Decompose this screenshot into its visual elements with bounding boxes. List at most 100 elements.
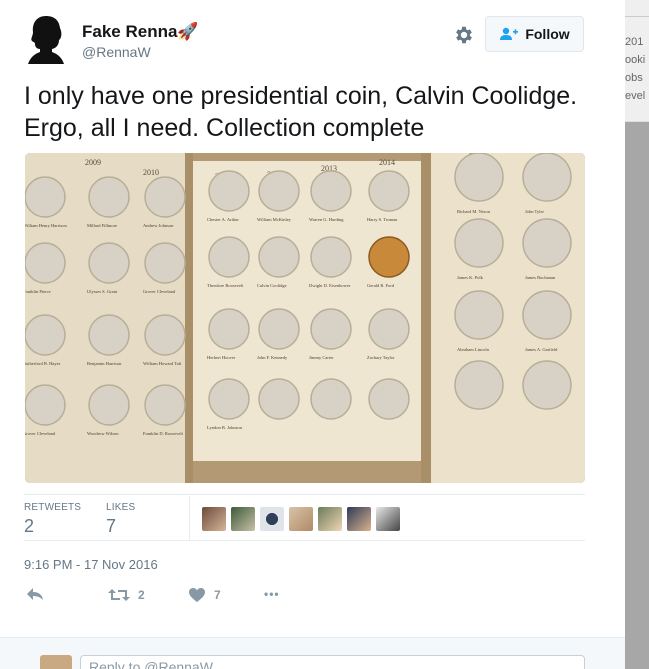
likers-avatars <box>202 507 400 531</box>
like-button[interactable]: 7 <box>188 587 221 603</box>
reply-icon <box>27 588 43 600</box>
empty-coin-slot <box>258 308 300 350</box>
empty-coin-slot <box>368 170 410 212</box>
president-label: James Buchanan <box>525 275 556 280</box>
president-label: Woodrow Wilson <box>87 431 119 436</box>
tweet-card: Fake Renna🚀 @RennaW Follow I only have o… <box>0 0 625 669</box>
follow-button[interactable]: Follow <box>485 16 584 52</box>
liker-avatar[interactable] <box>347 507 371 531</box>
follow-person-icon <box>500 27 519 40</box>
president-label: Dwight D. Eisenhower <box>309 283 351 288</box>
empty-coin-slot <box>454 290 504 340</box>
follow-button-label: Follow <box>525 26 570 42</box>
empty-coin-slot <box>454 153 504 202</box>
user-handle[interactable]: @RennaW <box>82 44 151 60</box>
president-label: Calvin Coolidge <box>257 283 287 288</box>
liker-avatar[interactable] <box>376 507 400 531</box>
empty-coin-slot <box>208 378 250 420</box>
divider <box>625 16 649 17</box>
empty-coin-slot <box>310 308 352 350</box>
retweets-label: RETWEETS <box>24 502 82 513</box>
president-label: Theodore Roosevelt <box>207 283 244 288</box>
liker-avatar[interactable] <box>260 507 284 531</box>
heart-icon <box>189 588 205 602</box>
retweet-button[interactable]: 2 <box>108 587 145 603</box>
empty-coin-slot <box>522 290 572 340</box>
empty-coin-slot <box>522 360 572 410</box>
side-panel-text: evel <box>625 90 646 102</box>
president-label: Herbert Hoover <box>207 355 236 360</box>
president-label: Grover Cleveland <box>25 431 56 436</box>
president-label: Millard Fillmore <box>87 223 117 228</box>
empty-coin-slot <box>144 176 186 218</box>
likes-count[interactable]: 7 <box>106 516 116 537</box>
side-panel-text: 201 <box>625 36 644 48</box>
empty-coin-slot <box>454 360 504 410</box>
empty-coin-slot <box>25 384 66 426</box>
reply-avatar <box>40 655 72 669</box>
empty-coin-slot <box>258 236 300 278</box>
year-label: 2010 <box>143 168 159 177</box>
empty-coin-slot <box>144 384 186 426</box>
more-button[interactable]: ••• <box>264 587 280 601</box>
president-label: Benjamin Harrison <box>87 361 122 366</box>
empty-coin-slot <box>310 170 352 212</box>
president-label: Gerald R. Ford <box>367 283 395 288</box>
empty-coin-slot <box>208 308 250 350</box>
president-label: Jimmy Carter <box>309 355 334 360</box>
president-label: James A. Garfield <box>525 347 558 352</box>
liker-avatar[interactable] <box>289 507 313 531</box>
empty-coin-slot <box>25 242 66 284</box>
empty-coin-slot <box>258 170 300 212</box>
empty-coin-slot <box>522 153 572 202</box>
president-label: John Tyler <box>525 209 544 214</box>
profile-avatar[interactable] <box>24 14 68 64</box>
empty-coin-slot <box>310 378 352 420</box>
president-label: Ulysses S. Grant <box>87 289 118 294</box>
retweets-count[interactable]: 2 <box>24 516 34 537</box>
president-label: Lyndon B. Johnson <box>207 425 243 430</box>
president-label: William Henry Harrison <box>25 223 68 228</box>
coin-folder-image: 2009201020112012201320142015 William Hen… <box>25 153 585 483</box>
display-name[interactable]: Fake Renna🚀 <box>82 22 199 42</box>
side-panel-text: obs <box>625 72 643 84</box>
empty-coin-slot <box>144 314 186 356</box>
coolidge-coin <box>368 236 410 278</box>
president-label: Franklin Pierce <box>25 289 51 294</box>
like-count: 7 <box>214 588 221 602</box>
liker-avatar[interactable] <box>202 507 226 531</box>
empty-coin-slot <box>144 242 186 284</box>
liker-avatar[interactable] <box>318 507 342 531</box>
gear-icon[interactable] <box>453 24 475 46</box>
tweet-timestamp[interactable]: 9:16 PM - 17 Nov 2016 <box>24 557 158 572</box>
empty-coin-slot <box>88 384 130 426</box>
reply-input[interactable]: Reply to @RennaW <box>80 655 585 669</box>
president-label: William Howard Taft <box>143 361 182 366</box>
empty-coin-slot <box>454 218 504 268</box>
president-label: Warren G. Harding <box>309 217 344 222</box>
president-label: Andrew Johnson <box>143 223 174 228</box>
president-label: Rutherford B. Hayes <box>25 361 61 366</box>
stats-divider <box>189 496 190 540</box>
more-icon: ••• <box>264 587 280 601</box>
empty-coin-slot <box>258 378 300 420</box>
divider <box>24 494 585 495</box>
president-label: James K. Polk <box>457 275 484 280</box>
president-label: Zachary Taylor <box>367 355 395 360</box>
president-label: Chester A. Arthur <box>207 217 239 222</box>
reply-button[interactable] <box>26 587 44 601</box>
president-label: Harry S. Truman <box>367 217 398 222</box>
tweet-photo[interactable]: 2009201020112012201320142015 William Hen… <box>25 153 585 483</box>
empty-coin-slot <box>522 218 572 268</box>
tweet-text: I only have one presidential coin, Calvi… <box>24 82 578 142</box>
president-label: John F. Kennedy <box>257 355 288 360</box>
year-label: 2009 <box>85 158 101 167</box>
empty-coin-slot <box>25 314 66 356</box>
empty-coin-slot <box>208 236 250 278</box>
empty-coin-slot <box>368 308 410 350</box>
president-label: Abraham Lincoln <box>457 347 490 352</box>
empty-coin-slot <box>208 170 250 212</box>
side-panel-text: ooki <box>625 54 646 66</box>
liker-avatar[interactable] <box>231 507 255 531</box>
empty-coin-slot <box>88 314 130 356</box>
